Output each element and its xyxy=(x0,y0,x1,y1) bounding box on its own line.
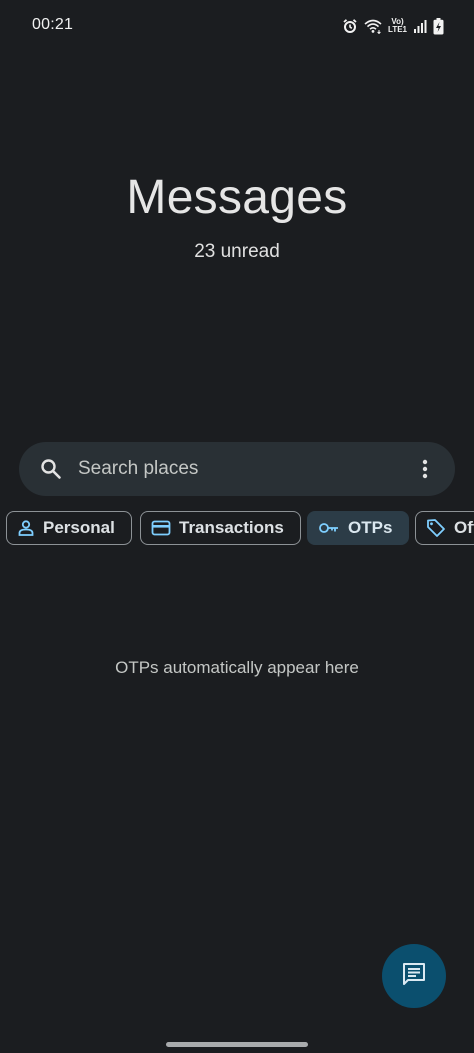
chip-label: Transactions xyxy=(179,518,284,537)
chip-offers[interactable]: Offers xyxy=(415,511,474,545)
chip-transactions[interactable]: Transactions xyxy=(140,511,301,545)
chip-label: OTPs xyxy=(348,518,393,537)
home-indicator[interactable] xyxy=(166,1042,308,1047)
status-icons: Vo) LTE1 xyxy=(342,14,444,38)
status-time: 00:21 xyxy=(32,16,74,33)
card-icon xyxy=(151,519,171,537)
key-icon xyxy=(318,519,340,537)
chip-label: Personal xyxy=(43,518,115,537)
search-icon[interactable] xyxy=(39,457,63,481)
search-input[interactable]: Search places xyxy=(78,458,198,480)
alarm-icon xyxy=(342,18,358,34)
status-bar: 00:21 Vo) LTE1 xyxy=(0,0,474,52)
signal-icon xyxy=(413,19,427,33)
chip-personal[interactable]: Personal xyxy=(6,511,132,545)
volte-label-bottom: LTE1 xyxy=(388,25,407,34)
person-icon xyxy=(17,519,35,537)
chip-label: Offers xyxy=(454,518,474,537)
chat-compose-icon xyxy=(401,961,427,992)
more-vert-icon[interactable] xyxy=(413,457,437,481)
page-title: Messages xyxy=(126,171,348,224)
empty-state-text: OTPs automatically appear here xyxy=(115,658,359,677)
battery-icon xyxy=(433,17,444,35)
filter-chips: Personal Transactions OTPs Offers xyxy=(0,511,474,547)
search-bar[interactable]: Search places xyxy=(19,442,455,496)
unread-count: 23 unread xyxy=(194,241,280,262)
chip-otps[interactable]: OTPs xyxy=(307,511,410,545)
wifi-icon xyxy=(364,18,382,34)
start-chat-button[interactable] xyxy=(382,944,446,1008)
volte-icon: Vo) LTE1 xyxy=(388,18,407,34)
tag-icon xyxy=(426,518,446,538)
